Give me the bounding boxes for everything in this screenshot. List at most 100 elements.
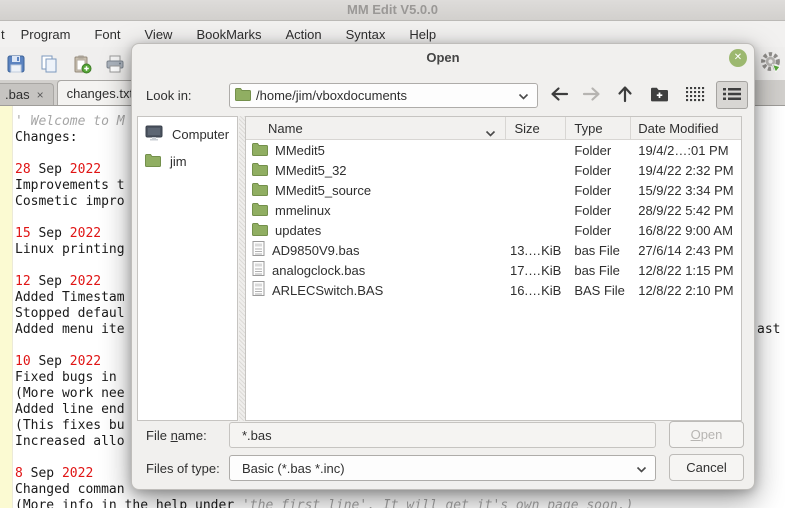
chevron-down-icon[interactable] [628, 461, 655, 476]
grid-view-icon-button[interactable] [682, 84, 708, 106]
open-dialog: Open ✕ Look in: /home/jim/vboxdocuments … [131, 43, 755, 490]
file-row-mmedit5_source[interactable]: MMedit5_sourceFolder15/9/22 3:34 PM [246, 180, 741, 200]
menu-item-font[interactable]: Font [82, 22, 132, 47]
cell-name: updates [246, 222, 506, 239]
code-segment: Sep [31, 274, 70, 289]
open-button[interactable]: Open [669, 421, 744, 448]
cell-name: MMedit5_source [246, 182, 506, 199]
column-header-size[interactable]: Size [506, 117, 566, 139]
column-header-name[interactable]: Name [246, 117, 506, 139]
sidebar-item-computer[interactable]: Computer [138, 121, 237, 148]
paste-icon[interactable] [70, 52, 94, 76]
window-titlebar[interactable]: MM Edit V5.0.0 [0, 0, 785, 21]
code-segment: 10 [15, 354, 31, 369]
column-header-label: Size [514, 121, 539, 136]
code-segment: Sep [31, 354, 70, 369]
chevron-down-icon[interactable] [510, 88, 537, 103]
column-header-date-modified[interactable]: Date Modified [631, 117, 741, 139]
code-segment: 28 [15, 162, 31, 177]
code-segment: 'the first line'. It will get it's own p… [242, 498, 633, 508]
cancel-button-label: Cancel [686, 460, 726, 475]
tab-label: changes.txt [67, 86, 134, 101]
back-icon [548, 85, 570, 106]
menu-item-program[interactable]: Program [9, 22, 83, 47]
cell-size: 13.…KiB [506, 243, 566, 258]
code-segment: Fixed bugs in [15, 370, 125, 385]
cell-type: Folder [566, 143, 631, 158]
file-row-arlecswitch-bas[interactable]: ARLECSwitch.BAS16.…KiBBAS File12/8/22 2:… [246, 280, 741, 300]
close-icon[interactable]: ✕ [729, 49, 747, 67]
gear-icon[interactable] [759, 50, 782, 76]
files-of-type-label: Files of type: [146, 461, 220, 476]
menu-item-t[interactable]: t [0, 22, 9, 47]
sidebar-item-jim[interactable]: jim [138, 148, 237, 175]
file-row-analogclock-bas[interactable]: analogclock.bas17.…KiBbas File12/8/22 1:… [246, 260, 741, 280]
folder-icon [252, 182, 268, 199]
cell-type: bas File [566, 243, 631, 258]
code-segment: 8 [15, 466, 23, 481]
close-icon[interactable]: × [37, 88, 44, 102]
file-list-header: Name Size Type Date Modified [246, 117, 741, 140]
files-of-type-value: Basic (*.bas *.inc) [242, 461, 345, 476]
file-row-mmedit5_32[interactable]: MMedit5_32 Folder19/4/22 2:32 PM [246, 160, 741, 180]
code-segment: Sep [31, 162, 70, 177]
code-overflow-fragment: ast [757, 322, 780, 338]
new-folder-icon-button[interactable] [646, 84, 672, 106]
cell-date: 16/8/22 9:00 AM [631, 223, 741, 238]
file-row-ad9850v9-bas[interactable]: AD9850V9.bas13.…KiBbas File27/6/14 2:43 … [246, 240, 741, 260]
cell-name: analogclock.bas [246, 261, 506, 279]
file-name-input[interactable]: *.bas [229, 422, 656, 448]
copy-icon[interactable] [37, 52, 61, 76]
file-row-updates[interactable]: updates Folder16/8/22 9:00 AM [246, 220, 741, 240]
code-segment: Added menu ite [15, 322, 125, 337]
code-segment: Increased allo [15, 434, 125, 449]
code-segment: Cosmetic impro [15, 194, 125, 209]
cell-date: 19/4/2…:01 PM [631, 143, 741, 158]
code-segment: (More info in the help under [15, 498, 242, 508]
tab--bas[interactable]: .bas× [0, 83, 54, 105]
dialog-title[interactable]: Open [132, 44, 754, 74]
save-icon[interactable] [4, 52, 28, 76]
back-icon-button[interactable] [546, 84, 572, 106]
column-header-label: Name [268, 121, 303, 136]
list-view-icon [723, 87, 741, 104]
code-segment: 2022 [62, 466, 93, 481]
cell-date: 12/8/22 1:15 PM [631, 263, 741, 278]
code-segment: (More work nee [15, 386, 125, 401]
window-title: MM Edit V5.0.0 [347, 2, 438, 17]
look-in-combobox[interactable]: /home/jim/vboxdocuments [229, 83, 538, 108]
column-header-label: Date Modified [638, 121, 718, 136]
file-name-text: MMedit5_32 [275, 163, 347, 178]
code-segment: 12 [15, 274, 31, 289]
files-of-type-combobox[interactable]: Basic (*.bas *.inc) [229, 455, 656, 481]
print-icon[interactable] [103, 52, 127, 76]
file-name-text: MMedit5 [275, 143, 325, 158]
sort-chevron-icon[interactable] [485, 125, 496, 140]
file-row-mmedit5[interactable]: MMedit5 Folder19/4/2…:01 PM [246, 140, 741, 160]
file-name-text: updates [275, 223, 321, 238]
file-name-label-post: ame: [178, 428, 207, 443]
cell-type: Folder [566, 223, 631, 238]
code-segment: Sep [23, 466, 62, 481]
file-list-body: MMedit5Folder19/4/2…:01 PMMMedit5_32Fold… [246, 140, 741, 300]
file-row-mmelinux[interactable]: mmelinuxFolder28/9/22 5:42 PM [246, 200, 741, 220]
up-icon-button[interactable] [612, 84, 638, 106]
code-segment: Stopped defaul [15, 306, 125, 321]
cell-type: Folder [566, 163, 631, 178]
code-segment: Improvements t [15, 178, 125, 193]
folder-icon [252, 202, 268, 219]
cancel-button[interactable]: Cancel [669, 454, 744, 481]
file-name-text: MMedit5_source [275, 183, 371, 198]
code-segment: Sep [31, 226, 70, 241]
forward-icon-button [579, 84, 605, 106]
file-list: NameSizeTypeDate Modified MMedit5Folder1… [245, 116, 742, 421]
file-name-label: File name: [146, 428, 207, 443]
cell-type: Folder [566, 203, 631, 218]
cell-name: AD9850V9.bas [246, 241, 506, 259]
list-view-icon-button[interactable] [716, 81, 748, 109]
column-header-type[interactable]: Type [566, 117, 631, 139]
file-name-label-pre: File [146, 428, 171, 443]
code-segment: Added Timestam [15, 290, 125, 305]
code-segment: Linux printing [15, 242, 125, 257]
cell-date: 19/4/22 2:32 PM [631, 163, 741, 178]
